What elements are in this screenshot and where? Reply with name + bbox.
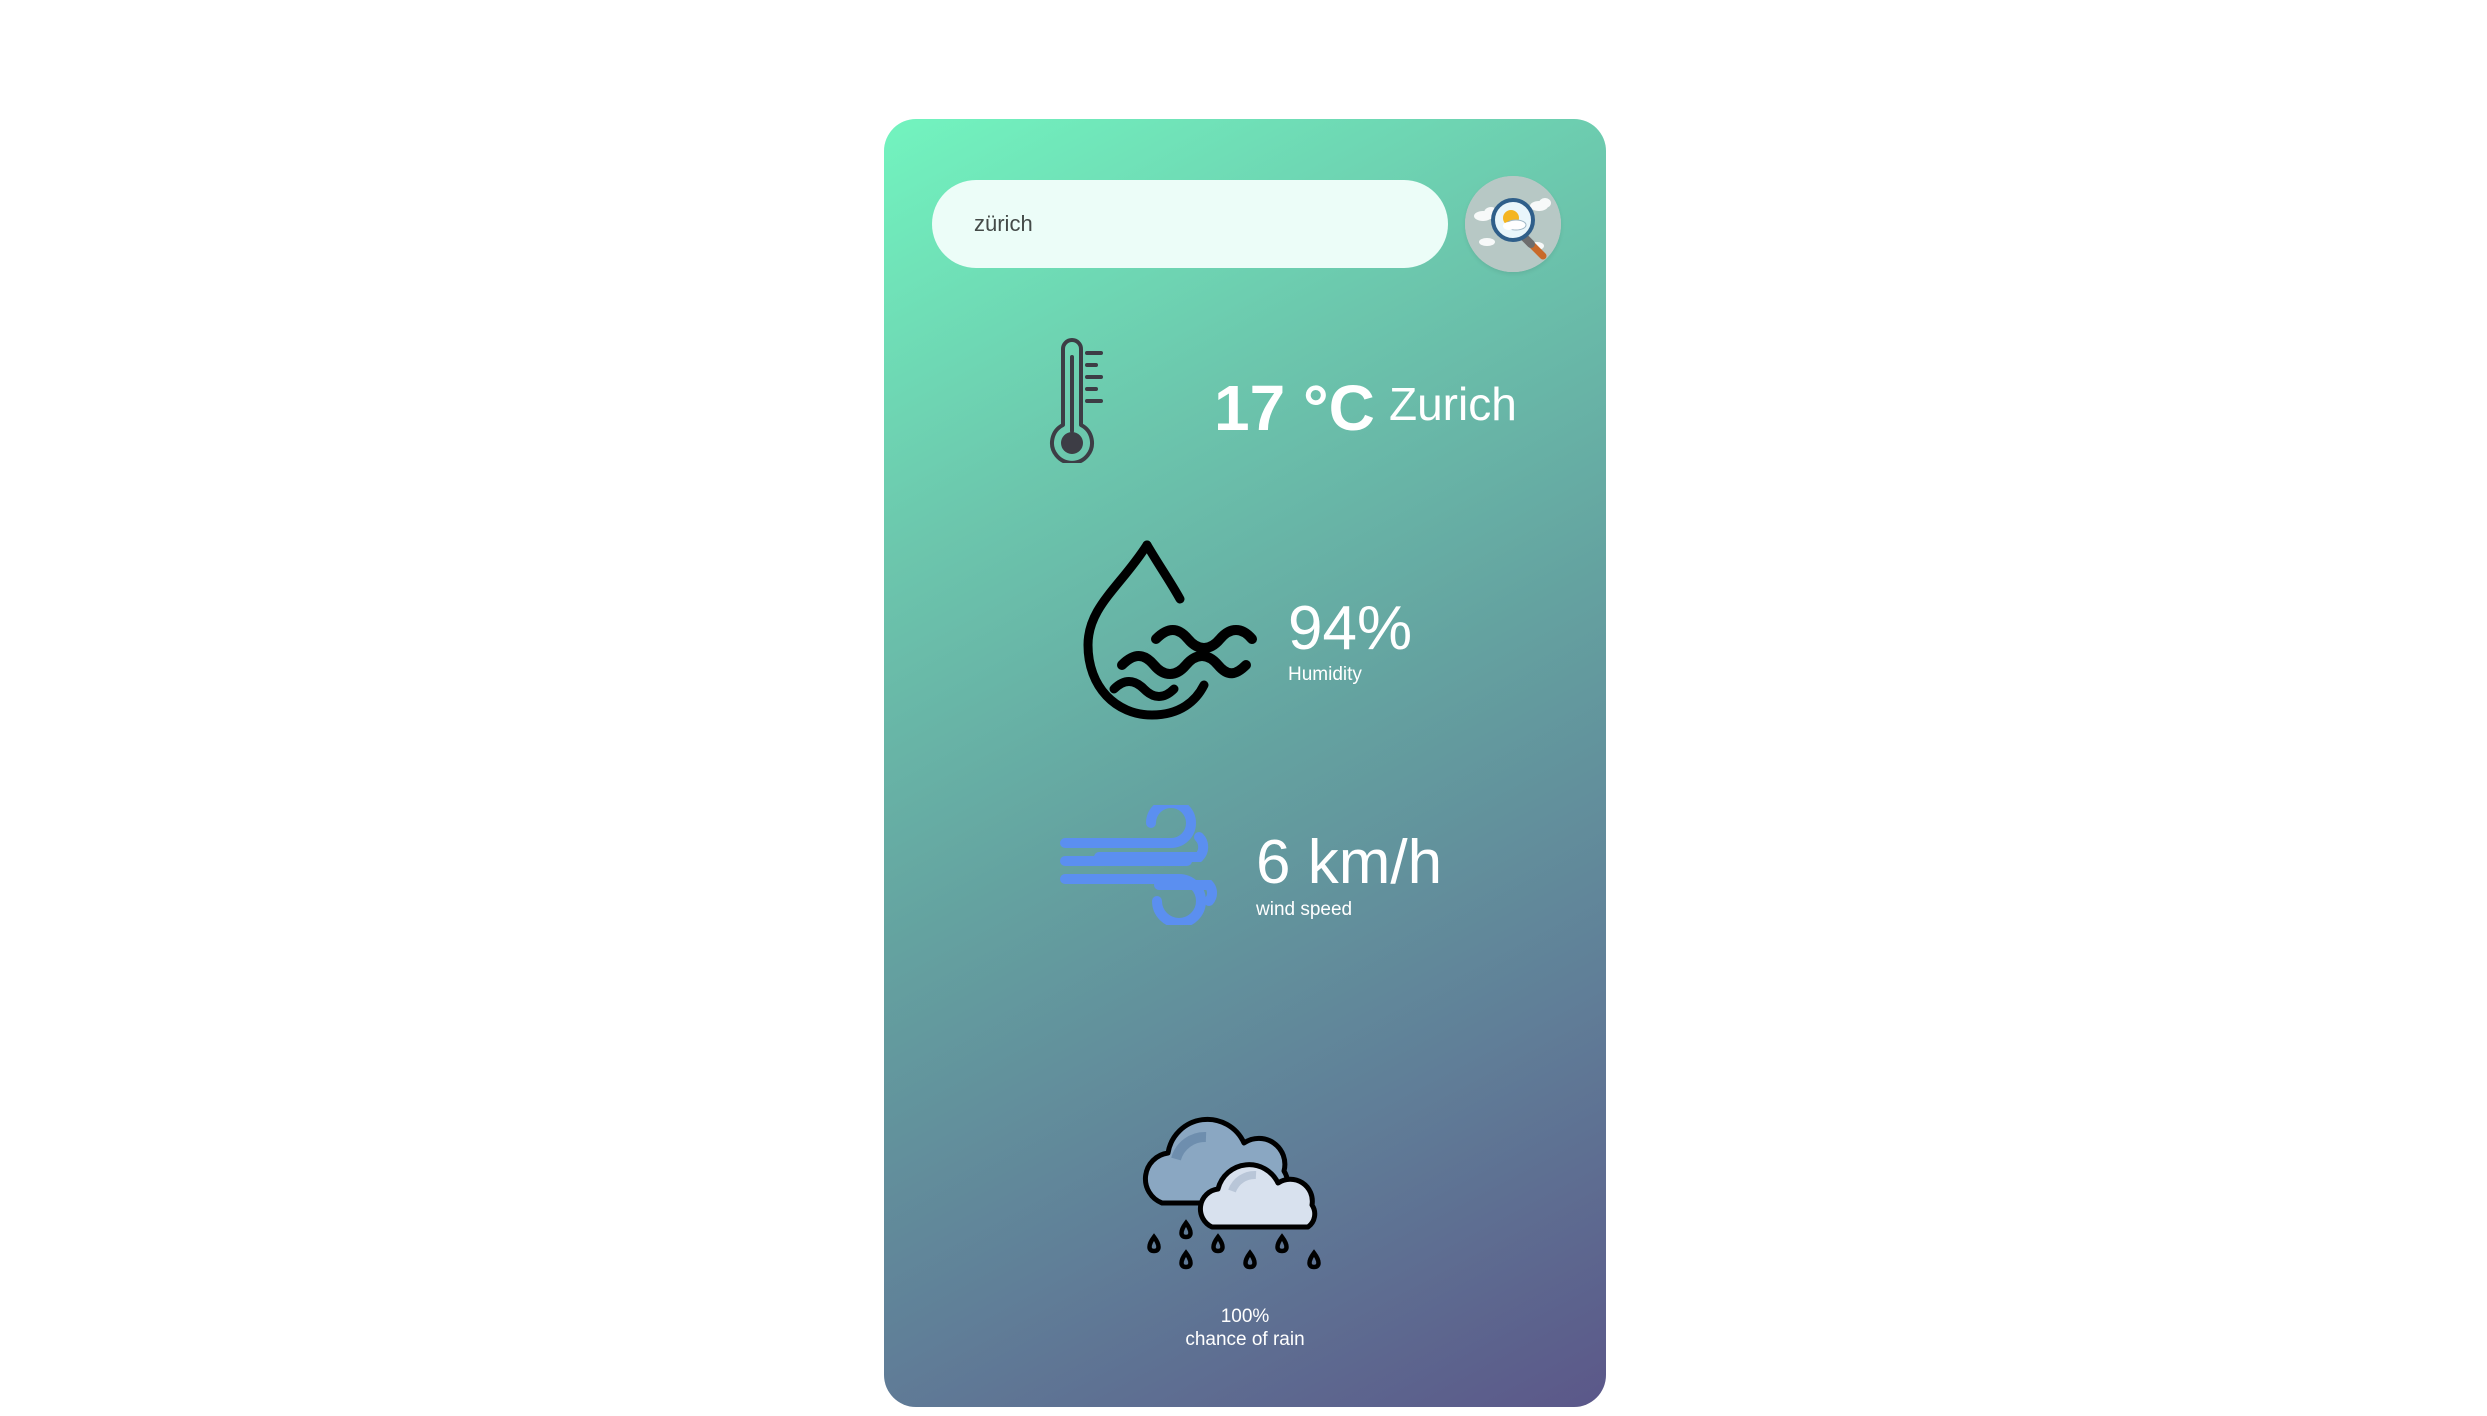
wind-speed-value: 6 km/h bbox=[1256, 828, 1443, 897]
city-search-input[interactable] bbox=[932, 180, 1448, 268]
rain-clouds-icon bbox=[1142, 1116, 1321, 1270]
rain-chance: 100% chance of rain bbox=[1095, 1305, 1395, 1351]
search-button[interactable] bbox=[1465, 176, 1561, 272]
thermometer-icon bbox=[1050, 338, 1103, 463]
weather-card: 17 °C Zurich 94% Humidity 6 km/h wind sp… bbox=[884, 119, 1606, 1407]
wind-speed-label: wind speed bbox=[1256, 899, 1353, 920]
temperature-value: 17 °C bbox=[1214, 372, 1375, 444]
humidity-drop-icon bbox=[1083, 540, 1257, 720]
wind-icon bbox=[1060, 805, 1217, 925]
weather-search-icon bbox=[1465, 176, 1561, 272]
city-name: Zurich bbox=[1389, 378, 1517, 430]
rain-chance-label: chance of rain bbox=[1185, 1329, 1305, 1350]
rain-chance-value: 100% bbox=[1220, 1306, 1270, 1327]
humidity-label: Humidity bbox=[1288, 664, 1362, 685]
humidity-value: 94% bbox=[1288, 594, 1413, 663]
